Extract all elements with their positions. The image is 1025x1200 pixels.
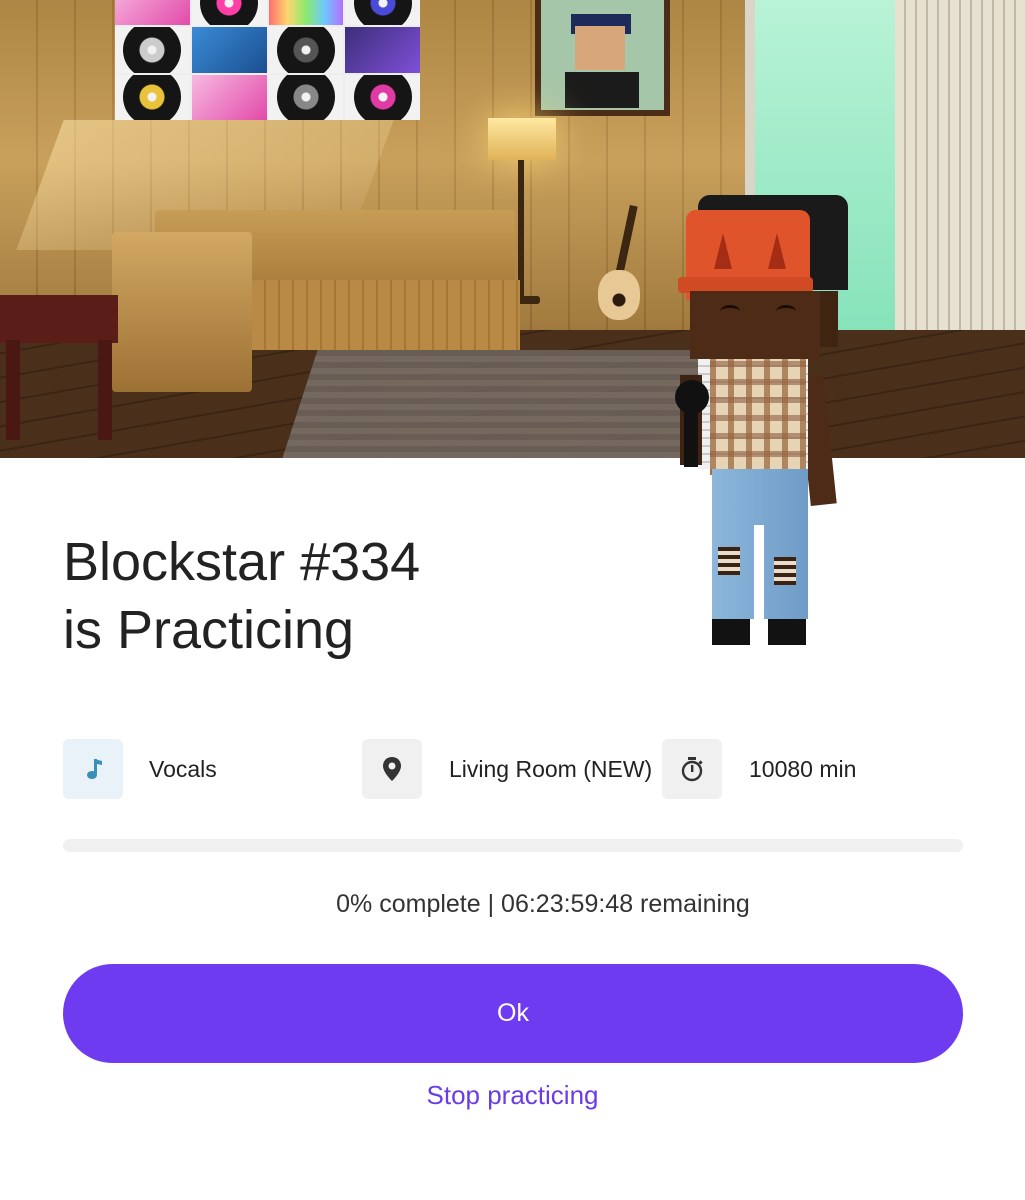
- poster: [268, 27, 344, 73]
- poster: [345, 0, 420, 26]
- title-line-2: is Practicing: [63, 600, 355, 660]
- microphone-icon: [675, 380, 709, 414]
- poster: [191, 27, 267, 73]
- location-label: Living Room (NEW): [449, 756, 653, 782]
- poster: [191, 74, 267, 120]
- floor-lamp: [488, 118, 556, 160]
- ok-button[interactable]: Ok: [63, 964, 963, 1063]
- page-title: Blockstar #334 is Practicing: [63, 528, 420, 664]
- poster: [191, 0, 267, 26]
- skill-label: Vocals: [149, 756, 217, 782]
- poster: [115, 27, 190, 73]
- poster: [268, 74, 344, 120]
- duration-label: 10080 min: [749, 756, 857, 782]
- hero-scene-image: [0, 0, 1025, 458]
- side-table: [0, 295, 118, 343]
- poster: [115, 0, 190, 26]
- poster: [345, 27, 420, 73]
- progress-bar: [63, 839, 963, 852]
- progress-status: 0% complete | 06:23:59:48 remaining: [336, 890, 750, 918]
- practice-details: Vocals Living Room (NEW) 10080 min: [63, 739, 963, 799]
- map-pin-icon: [362, 739, 422, 799]
- pixel-art-frame: [535, 0, 670, 116]
- poster: [345, 74, 420, 120]
- stopwatch-icon: [662, 739, 722, 799]
- poster: [115, 74, 190, 120]
- record-poster-wall: [115, 0, 420, 120]
- stop-practicing-link[interactable]: Stop practicing: [0, 1080, 1025, 1111]
- music-note-icon: [63, 739, 123, 799]
- blockstar-avatar: [670, 195, 850, 655]
- poster: [268, 0, 344, 26]
- title-line-1: Blockstar #334: [63, 532, 421, 592]
- window-blinds: [895, 0, 1025, 380]
